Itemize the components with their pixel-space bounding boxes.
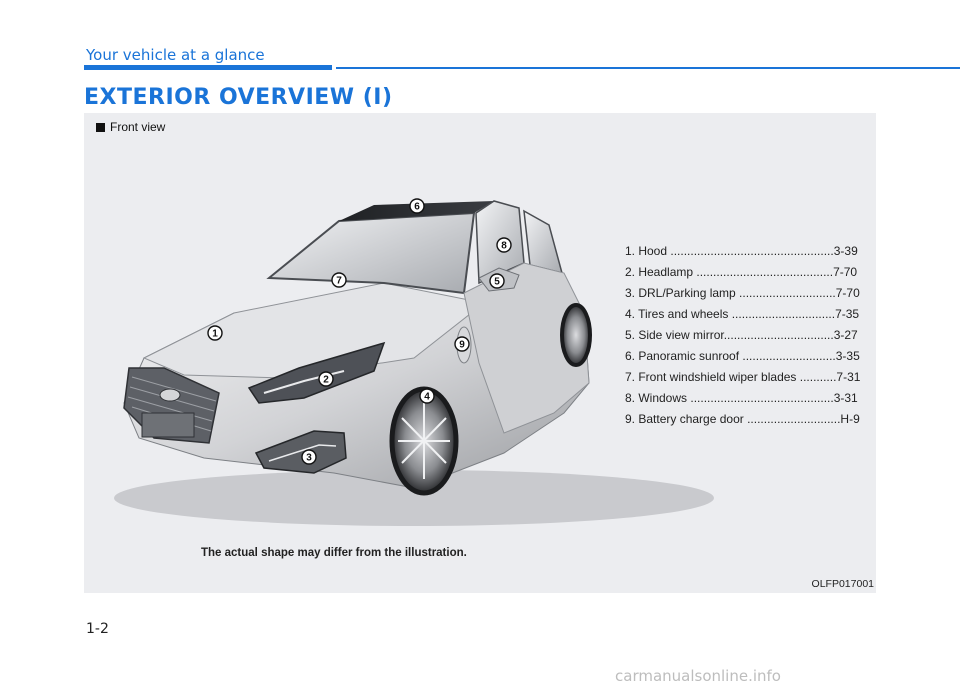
- callout-number: 1: [212, 329, 218, 340]
- callout-number: 6: [414, 202, 420, 213]
- parts-list-item: 7. Front windshield wiper blades .......…: [625, 370, 861, 384]
- callout-1: 1: [207, 325, 223, 341]
- section-header: Your vehicle at a glance: [86, 46, 265, 64]
- parts-list-item: 9. Battery charge door .................…: [625, 412, 860, 426]
- parts-list-item: 8. Windows .............................…: [625, 391, 858, 405]
- header-rule-thin: [336, 67, 960, 69]
- parts-list: 1. Hood ................................…: [625, 241, 869, 430]
- disclaimer: The actual shape may differ from the ill…: [201, 547, 467, 559]
- page-number: 1-2: [86, 621, 109, 637]
- callout-number: 8: [501, 241, 507, 252]
- callout-4: 4: [419, 388, 435, 404]
- callout-9: 9: [454, 336, 470, 352]
- callout-8: 8: [496, 237, 512, 253]
- parts-list-item: 1. Hood ................................…: [625, 244, 858, 258]
- callout-number: 5: [494, 277, 500, 288]
- callout-number: 2: [323, 375, 329, 386]
- callout-number: 3: [306, 453, 312, 464]
- car-body: [123, 200, 592, 496]
- callout-3: 3: [301, 449, 317, 465]
- image-code: OLFP017001: [811, 578, 874, 590]
- figure-panel: Front view 1 2 3 4 5 6 7 8 9 1. Hood ...…: [84, 113, 876, 593]
- callout-6: 6: [409, 198, 425, 214]
- callout-5: 5: [489, 273, 505, 289]
- parts-list-item: 3. DRL/Parking lamp ....................…: [625, 286, 860, 300]
- callout-number: 9: [459, 340, 465, 351]
- parts-list-item: 6. Panoramic sunroof ...................…: [625, 349, 860, 363]
- parts-list-item: 2. Headlamp ............................…: [625, 265, 858, 279]
- callout-7: 7: [331, 272, 347, 288]
- header-rule-thick: [84, 65, 332, 70]
- callout-number: 4: [424, 392, 430, 403]
- callout-number: 7: [336, 276, 342, 287]
- parts-list-item: 5. Side view mirror.....................…: [625, 328, 858, 342]
- parts-list-item: 4. Tires and wheels ....................…: [625, 307, 860, 321]
- watermark: carmanualsonline.info: [615, 667, 781, 685]
- callout-2: 2: [318, 371, 334, 387]
- page-title: EXTERIOR OVERVIEW (I): [84, 85, 393, 110]
